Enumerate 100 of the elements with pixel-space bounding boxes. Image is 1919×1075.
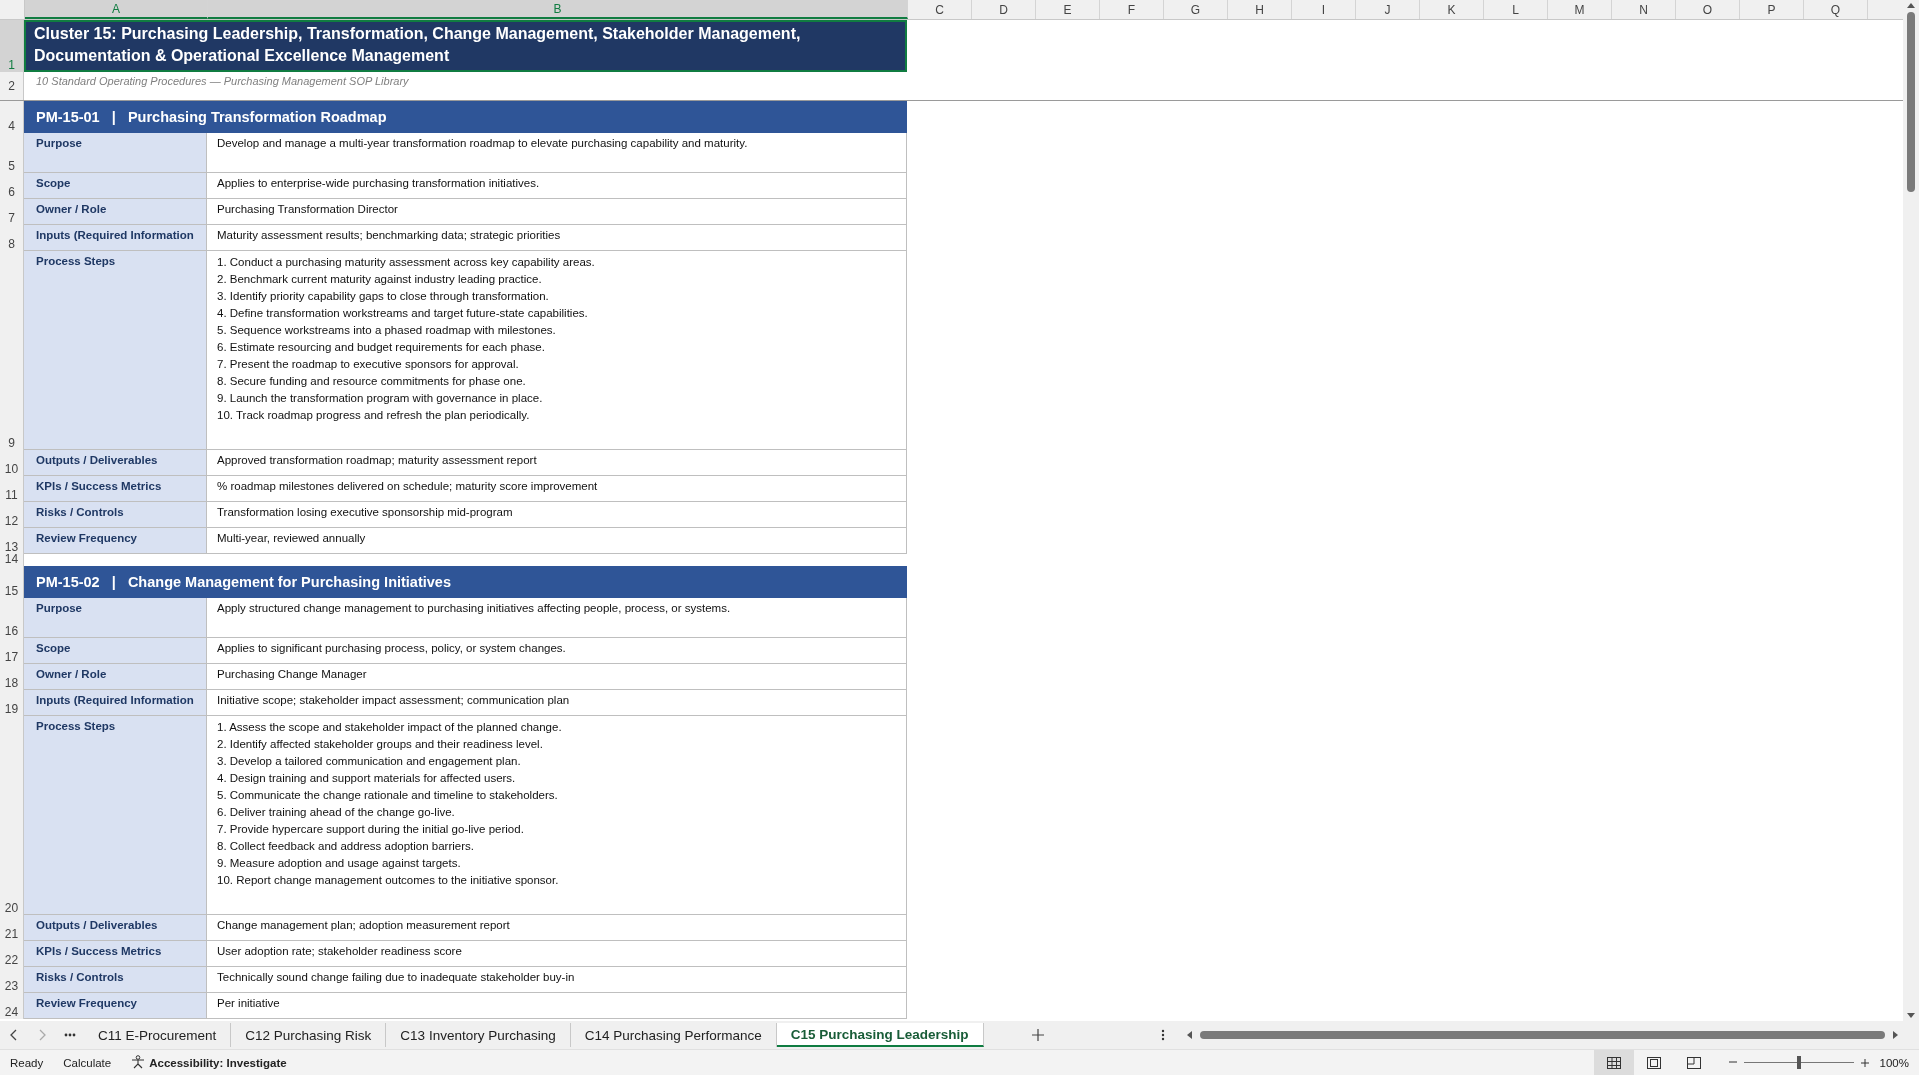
column-header[interactable]: J bbox=[1356, 0, 1420, 19]
field-value: Per initiative bbox=[207, 993, 907, 1019]
row-number[interactable]: 20 bbox=[0, 716, 24, 915]
row-number[interactable]: 14 bbox=[0, 554, 24, 566]
page-layout-icon bbox=[1646, 1056, 1661, 1069]
field-label: Scope bbox=[24, 638, 207, 664]
zoom-level[interactable]: 100% bbox=[1869, 1056, 1919, 1069]
view-button[interactable] bbox=[1593, 1050, 1634, 1075]
row-number[interactable]: 15 bbox=[0, 566, 24, 598]
field-label: Process Steps bbox=[24, 251, 207, 450]
row-number[interactable]: 13 bbox=[0, 528, 24, 554]
column-header[interactable]: A bbox=[25, 0, 208, 19]
add-sheet-icon[interactable] bbox=[1031, 1029, 1044, 1041]
sheet-tab[interactable]: C15 Purchasing Leadership bbox=[776, 1023, 984, 1047]
row-number[interactable]: 6 bbox=[0, 173, 24, 199]
field-value: Maturity assessment results; benchmarking data; strategic priorities bbox=[207, 225, 907, 251]
field-value: Purchasing Transformation Director bbox=[207, 199, 907, 225]
field-value: Applies to enterprise-wide purchasing transformation initiatives. bbox=[207, 173, 907, 199]
process-step: 2. Identify affected stakeholder groups and their readiness level. bbox=[217, 736, 896, 753]
row-number[interactable]: 17 bbox=[0, 638, 24, 664]
column-header[interactable]: L bbox=[1484, 0, 1548, 19]
column-header[interactable]: D bbox=[972, 0, 1036, 19]
column-header[interactable]: F bbox=[1100, 0, 1164, 19]
calculate-button[interactable]: Calculate bbox=[53, 1056, 122, 1069]
more-vertical-icon[interactable] bbox=[1159, 1029, 1166, 1041]
field-value: Apply structured change management to purchasing initiatives affecting people, process, or systems. bbox=[207, 598, 907, 638]
column-header[interactable]: K bbox=[1420, 0, 1484, 19]
process-step: 10. Track roadmap progress and refresh the plan periodically. bbox=[217, 407, 896, 424]
sheet-tab[interactable]: C14 Purchasing Performance bbox=[570, 1023, 777, 1047]
field-value: Multi-year, reviewed annually bbox=[207, 528, 907, 554]
row-number[interactable]: 18 bbox=[0, 664, 24, 690]
field-value: Applies to significant purchasing process, policy, or system changes. bbox=[207, 638, 907, 664]
process-step: 7. Provide hypercare support during the initial go-live period. bbox=[217, 821, 896, 838]
row-number[interactable]: 21 bbox=[0, 915, 24, 941]
field-value: Technically sound change failing due to inadequate stakeholder buy-in bbox=[207, 967, 907, 993]
process-step: 3. Develop a tailored communication and engagement plan. bbox=[217, 753, 896, 770]
field-value: Approved transformation roadmap; maturity assessment report bbox=[207, 450, 907, 476]
field-label: Outputs / Deliverables bbox=[24, 915, 207, 941]
field-label: KPIs / Success Metrics bbox=[24, 476, 207, 502]
process-step: 10. Report change management outcomes to the initiative sponsor. bbox=[217, 872, 896, 889]
row-number[interactable]: 19 bbox=[0, 690, 24, 716]
column-header[interactable]: O bbox=[1676, 0, 1740, 19]
row-number[interactable]: 23 bbox=[0, 967, 24, 993]
row-number[interactable]: 1 bbox=[0, 20, 24, 72]
page-break-icon bbox=[1686, 1056, 1701, 1069]
zoom-slider-thumb[interactable] bbox=[1796, 1056, 1801, 1069]
field-label: Purpose bbox=[24, 133, 207, 173]
column-header[interactable]: E bbox=[1036, 0, 1100, 19]
field-value: Purchasing Change Manager bbox=[207, 664, 907, 690]
row-number[interactable]: 16 bbox=[0, 598, 24, 638]
field-label: Review Frequency bbox=[24, 528, 207, 554]
row-number[interactable]: 24 bbox=[0, 993, 24, 1019]
field-label: Review Frequency bbox=[24, 993, 207, 1019]
process-step: 1. Conduct a purchasing maturity assessment across key capability areas. bbox=[217, 254, 896, 271]
field-value: Transformation losing executive sponsorship mid-program bbox=[207, 502, 907, 528]
row-number[interactable]: 8 bbox=[0, 225, 24, 251]
process-step: 8. Secure funding and resource commitments for phase one. bbox=[217, 373, 896, 390]
field-label: Inputs (Required Information bbox=[24, 690, 207, 716]
column-header[interactable]: M bbox=[1548, 0, 1612, 19]
field-label: Purpose bbox=[24, 598, 207, 638]
field-label: Inputs (Required Information bbox=[24, 225, 207, 251]
row-number[interactable]: 2 bbox=[0, 72, 24, 93]
row-number[interactable]: 7 bbox=[0, 199, 24, 225]
field-label: Risks / Controls bbox=[24, 502, 207, 528]
sheet-title: Cluster 15: Purchasing Leadership, Transformation, Change Management, Stakeholder Management, Documentation & Operational Excellence Management bbox=[24, 20, 907, 72]
row-number[interactable]: 5 bbox=[0, 133, 24, 173]
row-number[interactable]: 11 bbox=[0, 476, 24, 502]
row-number[interactable]: 4 bbox=[0, 101, 24, 133]
field-label: KPIs / Success Metrics bbox=[24, 941, 207, 967]
row-number[interactable]: 22 bbox=[0, 941, 24, 967]
process-step: 4. Define transformation workstreams and target future-state capabilities. bbox=[217, 305, 896, 322]
process-step: 9. Measure adoption and usage against targets. bbox=[217, 855, 896, 872]
sheet-tab[interactable]: C12 Purchasing Risk bbox=[231, 1023, 387, 1047]
field-value: User adoption rate; stakeholder readiness score bbox=[207, 941, 907, 967]
field-label: Process Steps bbox=[24, 716, 207, 915]
accessibility-status[interactable]: Accessibility: Investigate bbox=[145, 1056, 297, 1069]
sheet-tab[interactable]: C13 Inventory Purchasing bbox=[386, 1023, 571, 1047]
scrollbar-thumb[interactable] bbox=[1907, 12, 1915, 192]
column-header[interactable]: H bbox=[1228, 0, 1292, 19]
field-value: % roadmap milestones delivered on schedule; maturity score improvement bbox=[207, 476, 907, 502]
column-header[interactable]: G bbox=[1164, 0, 1228, 19]
zoom-in-icon[interactable] bbox=[1859, 1057, 1870, 1068]
sheet-tab[interactable]: C11 E-Procurement bbox=[84, 1023, 232, 1047]
accessibility-icon[interactable] bbox=[131, 1054, 146, 1069]
column-header[interactable]: N bbox=[1612, 0, 1676, 19]
row-number[interactable]: 10 bbox=[0, 450, 24, 476]
scrollbar-thumb[interactable] bbox=[1199, 1031, 1885, 1039]
column-header[interactable]: B bbox=[208, 0, 908, 19]
column-header[interactable]: I bbox=[1292, 0, 1356, 19]
process-step: 5. Communicate the change rationale and timeline to stakeholders. bbox=[217, 787, 896, 804]
column-header[interactable]: Q bbox=[1804, 0, 1868, 19]
section-header: PM-15-02 | Change Management for Purchasing Initiatives bbox=[24, 566, 907, 598]
column-header[interactable]: P bbox=[1740, 0, 1804, 19]
field-label: Scope bbox=[24, 173, 207, 199]
process-step: 6. Estimate resourcing and budget requirements for each phase. bbox=[217, 339, 896, 356]
row-number[interactable]: 9 bbox=[0, 251, 24, 450]
column-header[interactable]: C bbox=[908, 0, 972, 19]
process-step: 5. Sequence workstreams into a phased roadmap with milestones. bbox=[217, 322, 896, 339]
row-number[interactable]: 12 bbox=[0, 502, 24, 528]
process-step: 7. Present the roadmap to executive sponsors for approval. bbox=[217, 356, 896, 373]
